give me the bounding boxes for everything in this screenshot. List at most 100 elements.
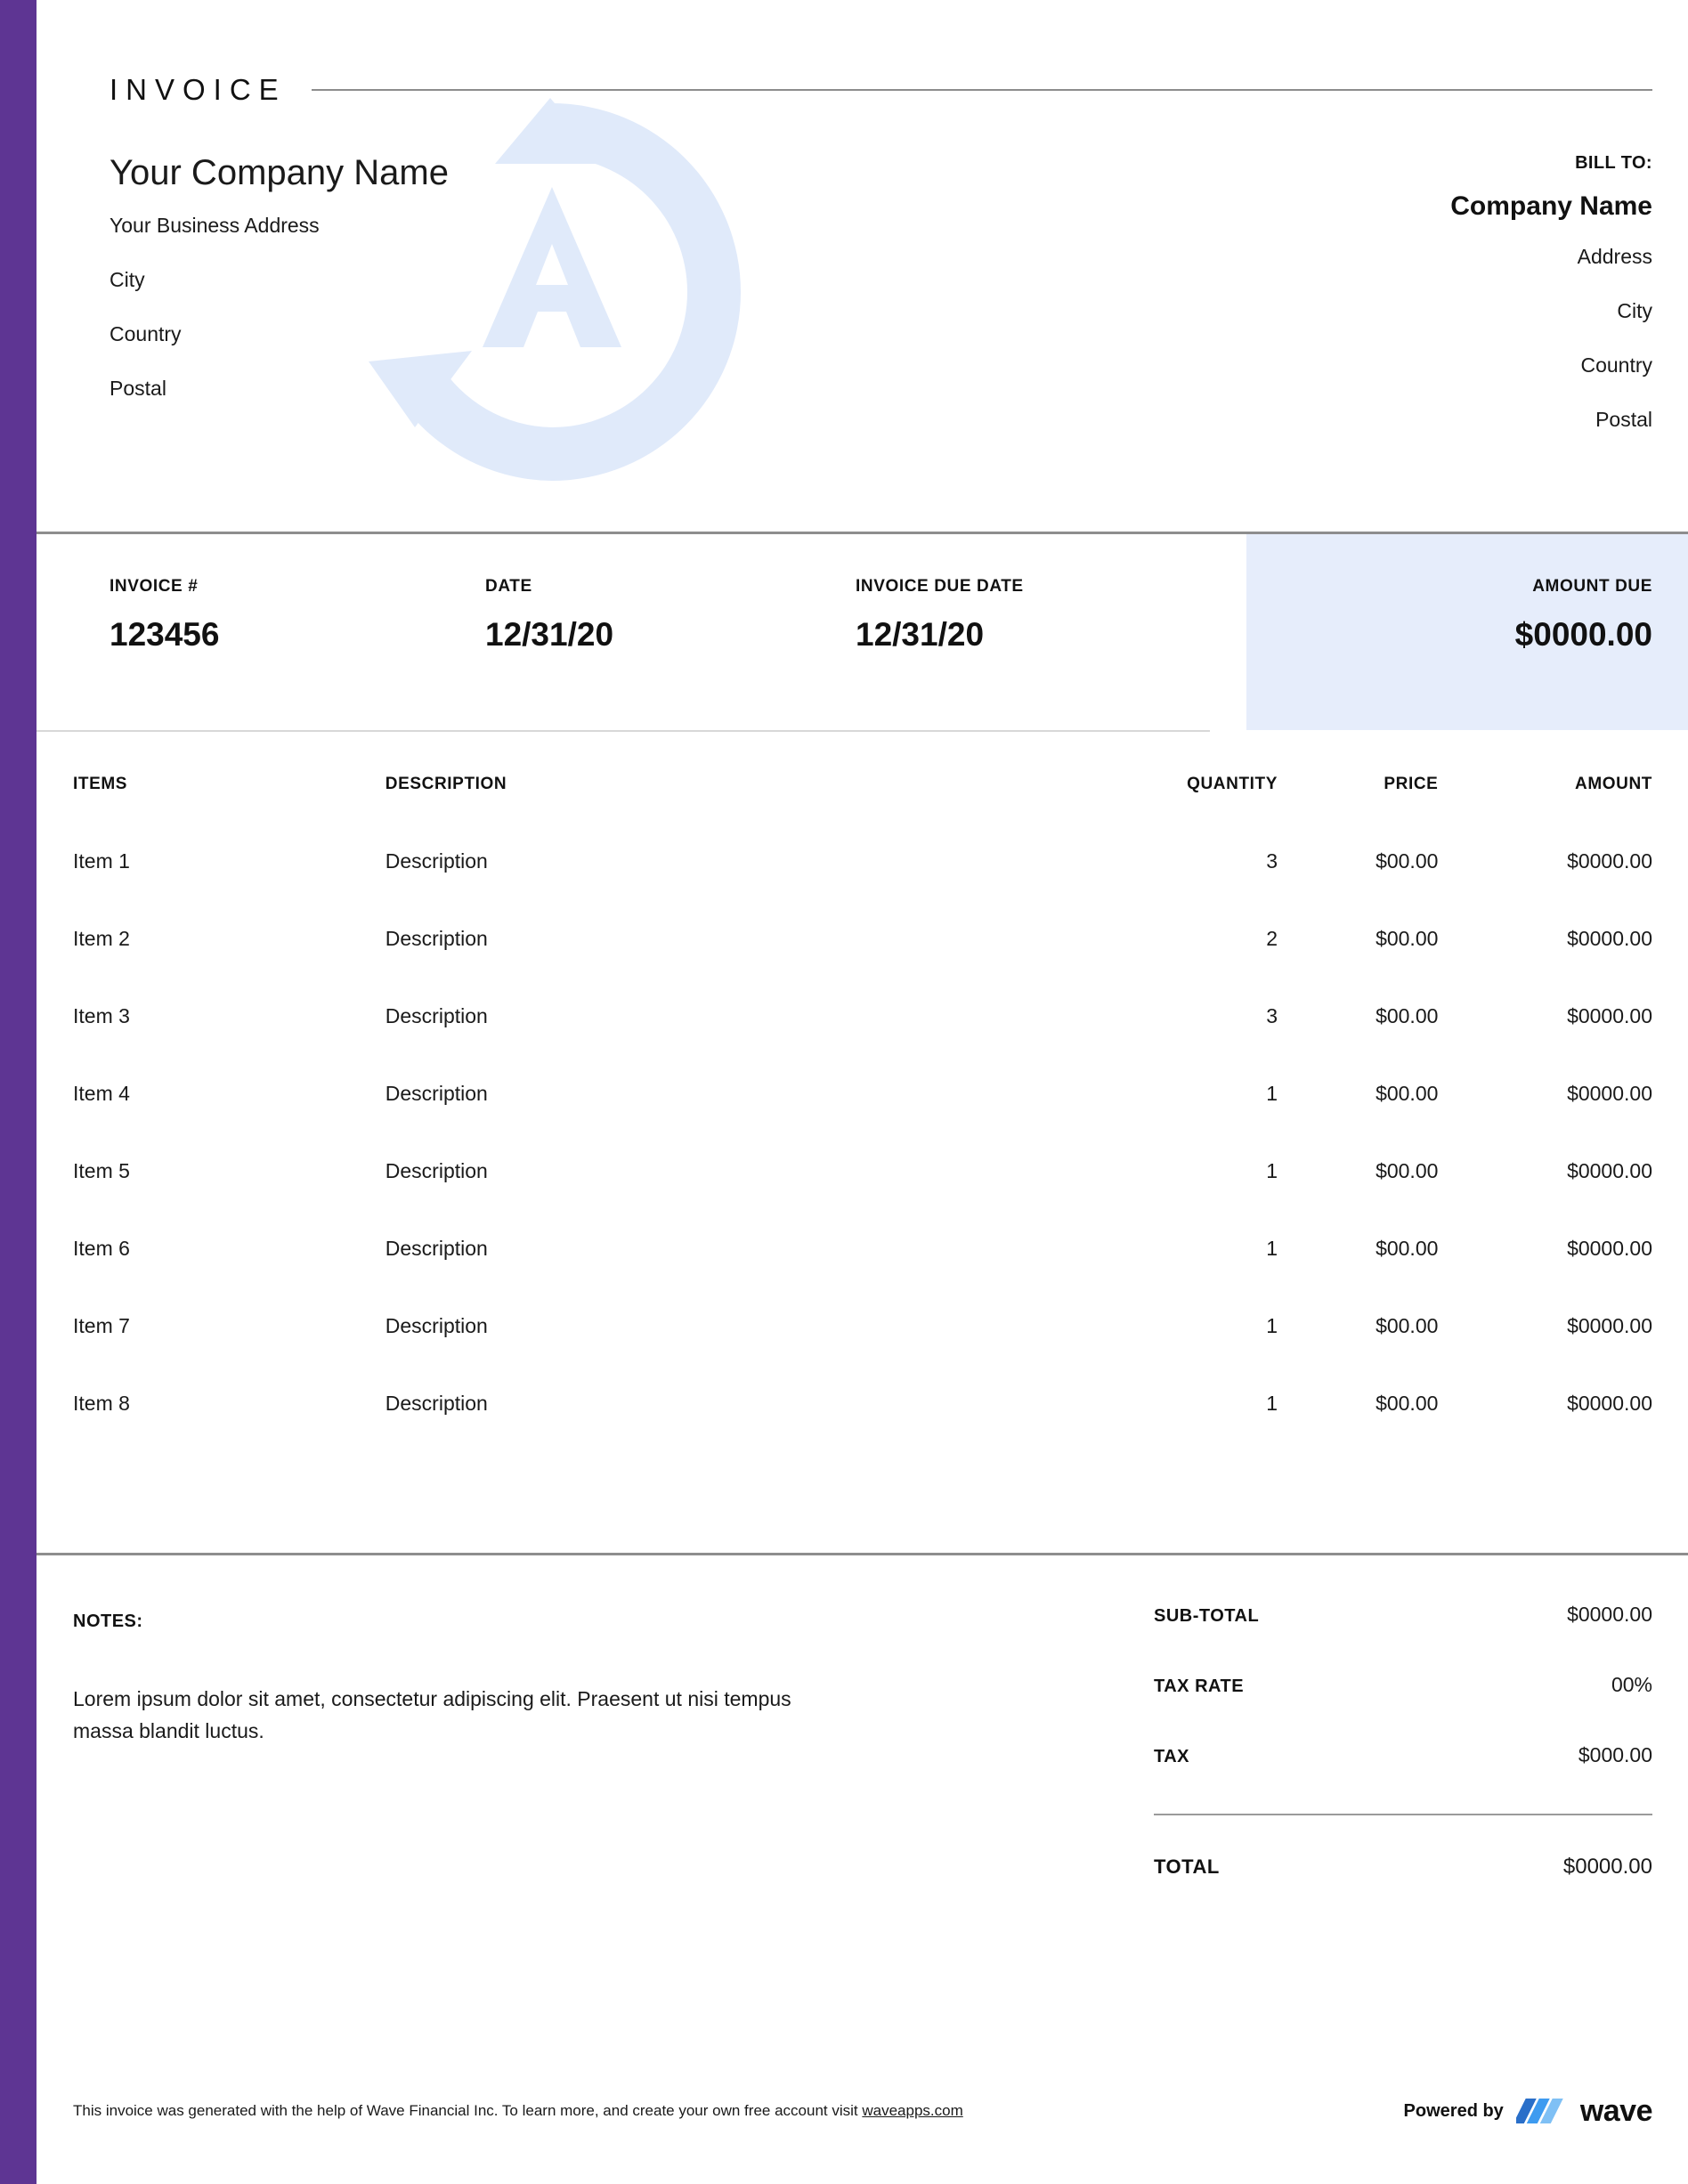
line-items-body: Item 1 Description 3 $00.00 $0000.00 Ite… <box>73 849 1652 1469</box>
cell-amount: $0000.00 <box>1438 1004 1652 1082</box>
invoice-number-label: INVOICE # <box>110 577 219 597</box>
invoice-meta-strip: INVOICE # 123456 DATE 12/31/20 INVOICE D… <box>37 534 1688 730</box>
powered-by-block: Powered by wave <box>1404 2093 1652 2129</box>
cell-quantity: 2 <box>1082 927 1278 1004</box>
wave-wordmark: wave <box>1580 2094 1652 2129</box>
page-footer: This invoice was generated with the help… <box>73 2093 1652 2129</box>
bill-to-label: BILL TO: <box>1450 153 1652 174</box>
invoice-date-label: DATE <box>485 577 613 597</box>
invoice-due-date-label: INVOICE DUE DATE <box>856 577 1024 597</box>
notes-top-divider <box>37 1553 1688 1555</box>
cell-price: $00.00 <box>1278 1082 1438 1159</box>
bill-to-address-line: Country <box>1450 355 1652 376</box>
cell-price: $00.00 <box>1278 1314 1438 1392</box>
line-items-table: ITEMS DESCRIPTION QUANTITY PRICE AMOUNT … <box>73 775 1652 1469</box>
column-header-items: ITEMS <box>73 775 385 849</box>
cell-item: Item 1 <box>73 849 385 927</box>
page-title: INVOICE <box>110 73 287 107</box>
column-header-quantity: QUANTITY <box>1082 775 1278 849</box>
invoice-header: INVOICE <box>110 73 1652 107</box>
cell-description: Description <box>385 1314 1082 1392</box>
cell-item: Item 4 <box>73 1082 385 1159</box>
cell-quantity: 1 <box>1082 1159 1278 1237</box>
cell-amount: $0000.00 <box>1438 1237 1652 1314</box>
parties-section: Your Company Name Your Business Address … <box>110 153 1652 430</box>
header-divider <box>312 89 1652 91</box>
table-row: Item 2 Description 2 $00.00 $0000.00 <box>73 927 1652 1004</box>
subtotal-row: SUB-TOTAL $0000.00 <box>1154 1603 1652 1627</box>
tax-label: TAX <box>1154 1747 1189 1767</box>
seller-block: Your Company Name Your Business Address … <box>110 153 449 430</box>
cell-description: Description <box>385 1159 1082 1237</box>
cell-quantity: 1 <box>1082 1314 1278 1392</box>
cell-description: Description <box>385 849 1082 927</box>
table-row: Item 5 Description 1 $00.00 $0000.00 <box>73 1159 1652 1237</box>
invoice-date-value: 12/31/20 <box>485 616 613 654</box>
left-accent-bar <box>0 0 37 2184</box>
cell-price: $00.00 <box>1278 1159 1438 1237</box>
bill-to-block: BILL TO: Company Name Address City Count… <box>1450 153 1652 430</box>
notes-section: NOTES: Lorem ipsum dolor sit amet, conse… <box>73 1612 874 1747</box>
cell-description: Description <box>385 927 1082 1004</box>
cell-description: Description <box>385 1004 1082 1082</box>
table-row: Item 1 Description 3 $00.00 $0000.00 <box>73 849 1652 927</box>
column-header-amount: AMOUNT <box>1438 775 1652 849</box>
tax-rate-row: TAX RATE 00% <box>1154 1673 1652 1697</box>
footer-disclaimer: This invoice was generated with the help… <box>73 2102 963 2120</box>
notes-label: NOTES: <box>73 1612 874 1632</box>
cell-quantity: 1 <box>1082 1082 1278 1159</box>
subtotal-label: SUB-TOTAL <box>1154 1606 1259 1627</box>
tax-value: $000.00 <box>1578 1743 1652 1767</box>
totals-section: SUB-TOTAL $0000.00 TAX RATE 00% TAX $000… <box>1154 1603 1652 1926</box>
grand-total-row: TOTAL $0000.00 <box>1154 1855 1652 1880</box>
seller-address-line: Postal <box>110 378 449 399</box>
cell-amount: $0000.00 <box>1438 1314 1652 1392</box>
table-row: Item 7 Description 1 $00.00 $0000.00 <box>73 1314 1652 1392</box>
seller-company-name: Your Company Name <box>110 153 449 192</box>
cell-item: Item 7 <box>73 1314 385 1392</box>
cell-price: $00.00 <box>1278 1392 1438 1469</box>
cell-amount: $0000.00 <box>1438 849 1652 927</box>
amount-due-value: $0000.00 <box>1515 616 1652 654</box>
subtotal-value: $0000.00 <box>1567 1603 1652 1627</box>
cell-item: Item 3 <box>73 1004 385 1082</box>
notes-body: Lorem ipsum dolor sit amet, consectetur … <box>73 1684 856 1747</box>
tax-row: TAX $000.00 <box>1154 1743 1652 1767</box>
bill-to-company-name: Company Name <box>1450 191 1652 222</box>
cell-item: Item 2 <box>73 927 385 1004</box>
cell-quantity: 3 <box>1082 1004 1278 1082</box>
invoice-number-cell: INVOICE # 123456 <box>110 577 219 654</box>
seller-address-line: City <box>110 270 449 290</box>
powered-by-label: Powered by <box>1404 2101 1504 2122</box>
wave-logo: wave <box>1516 2093 1652 2129</box>
invoice-date-cell: DATE 12/31/20 <box>485 577 613 654</box>
cell-item: Item 8 <box>73 1392 385 1469</box>
bill-to-address-line: City <box>1450 301 1652 321</box>
invoice-page: INVOICE Your Company Name Your Business … <box>0 0 1688 2184</box>
column-header-description: DESCRIPTION <box>385 775 1082 849</box>
bill-to-address-line: Postal <box>1450 410 1652 430</box>
column-header-price: PRICE <box>1278 775 1438 849</box>
cell-amount: $0000.00 <box>1438 1082 1652 1159</box>
invoice-due-date-cell: INVOICE DUE DATE 12/31/20 <box>856 577 1024 654</box>
table-row: Item 6 Description 1 $00.00 $0000.00 <box>73 1237 1652 1314</box>
meta-bottom-divider <box>37 730 1210 732</box>
invoice-due-date-value: 12/31/20 <box>856 616 1024 654</box>
cell-price: $00.00 <box>1278 927 1438 1004</box>
grand-total-value: $0000.00 <box>1563 1855 1652 1880</box>
waveapps-link[interactable]: waveapps.com <box>862 2102 962 2119</box>
bill-to-address-line: Address <box>1450 247 1652 267</box>
cell-amount: $0000.00 <box>1438 927 1652 1004</box>
cell-price: $00.00 <box>1278 1004 1438 1082</box>
totals-divider <box>1154 1814 1652 1815</box>
line-items-section: ITEMS DESCRIPTION QUANTITY PRICE AMOUNT … <box>73 775 1652 1469</box>
table-row: Item 4 Description 1 $00.00 $0000.00 <box>73 1082 1652 1159</box>
footer-disclaimer-text: This invoice was generated with the help… <box>73 2102 862 2119</box>
amount-due-cell: AMOUNT DUE $0000.00 <box>1515 577 1652 654</box>
cell-description: Description <box>385 1082 1082 1159</box>
cell-price: $00.00 <box>1278 849 1438 927</box>
cell-quantity: 3 <box>1082 849 1278 927</box>
tax-rate-value: 00% <box>1611 1673 1652 1697</box>
amount-due-panel: AMOUNT DUE $0000.00 <box>1246 534 1688 730</box>
cell-item: Item 6 <box>73 1237 385 1314</box>
